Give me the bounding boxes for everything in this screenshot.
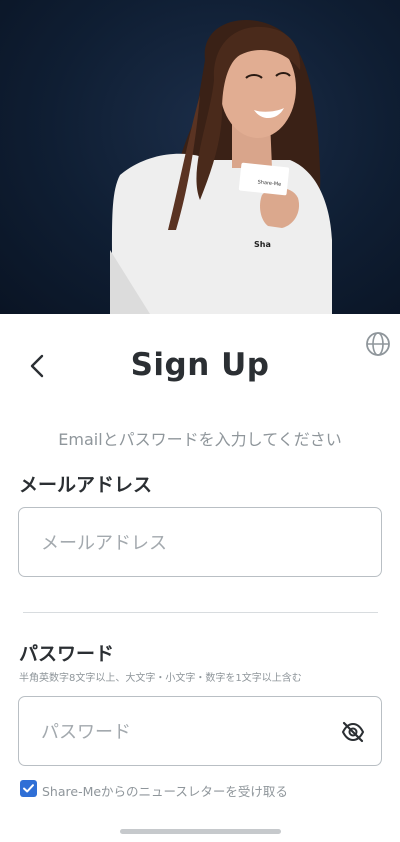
password-hint: 半角英数字8文字以上、大文字・小文字・数字を1文字以上含む <box>19 673 302 684</box>
instruction-text: Emailとパスワードを入力してください <box>58 430 342 449</box>
password-label: パスワード <box>19 643 115 665</box>
email-field-container[interactable] <box>18 507 382 578</box>
newsletter-checkbox[interactable] <box>20 780 37 797</box>
page-title: Sign Up <box>130 347 270 383</box>
shirt-text: Sha <box>254 240 271 249</box>
home-indicator <box>120 829 281 834</box>
divider <box>23 612 378 613</box>
email-label: メールアドレス <box>19 474 153 496</box>
eye-off-icon <box>341 721 365 743</box>
toggle-visibility-button[interactable] <box>341 721 365 743</box>
password-field[interactable] <box>39 697 333 767</box>
checkmark-icon <box>23 784 34 793</box>
newsletter-label[interactable]: Share-Meからのニュースレターを受け取る <box>42 781 288 800</box>
hero-photo: Share-Me Sha <box>0 0 400 314</box>
password-field-container[interactable] <box>18 696 382 767</box>
email-field[interactable] <box>39 508 333 578</box>
hero-illustration: Share-Me Sha <box>110 20 332 314</box>
